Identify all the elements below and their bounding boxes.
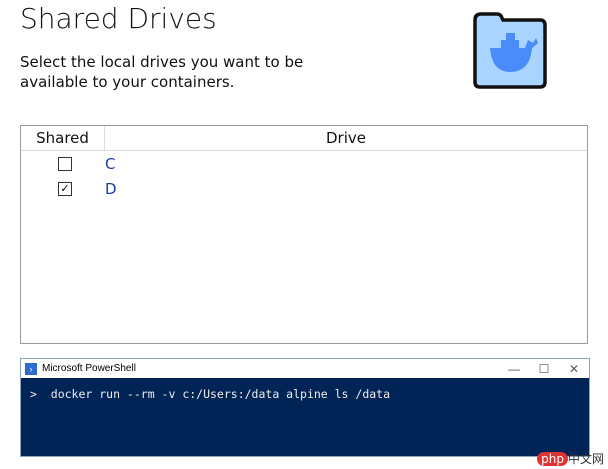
header-drive[interactable]: Drive xyxy=(105,126,587,150)
table-row: ✓ D xyxy=(21,176,587,201)
share-checkbox-d[interactable]: ✓ xyxy=(58,181,72,196)
powershell-icon: › xyxy=(25,362,37,375)
powershell-window: › Microsoft PowerShell — ☐ ✕ > docker ru… xyxy=(20,358,590,457)
docker-folder-icon xyxy=(473,12,547,89)
drive-label: C xyxy=(105,154,116,173)
drives-table: Shared Drive C ✓ D xyxy=(20,125,588,344)
watermark-brand: php xyxy=(537,452,568,466)
page-title: Shared Drives xyxy=(20,2,217,35)
close-icon[interactable]: ✕ xyxy=(559,362,589,376)
maximize-icon[interactable]: ☐ xyxy=(529,362,559,376)
header-shared[interactable]: Shared xyxy=(21,126,105,150)
window-title: Microsoft PowerShell xyxy=(42,363,136,374)
watermark-text: 中文网 xyxy=(567,452,604,466)
watermark: php 中文网 xyxy=(537,450,604,467)
table-row: C xyxy=(21,151,587,176)
minimize-icon[interactable]: — xyxy=(499,362,529,376)
drive-label: D xyxy=(105,179,117,198)
share-checkbox-c[interactable] xyxy=(58,156,72,171)
terminal-output[interactable]: > docker run --rm -v c:/Users:/data alpi… xyxy=(21,378,589,456)
table-header: Shared Drive xyxy=(21,126,587,151)
title-bar: › Microsoft PowerShell — ☐ ✕ xyxy=(21,359,589,378)
page-description: Select the local drives you want to be a… xyxy=(20,53,304,91)
